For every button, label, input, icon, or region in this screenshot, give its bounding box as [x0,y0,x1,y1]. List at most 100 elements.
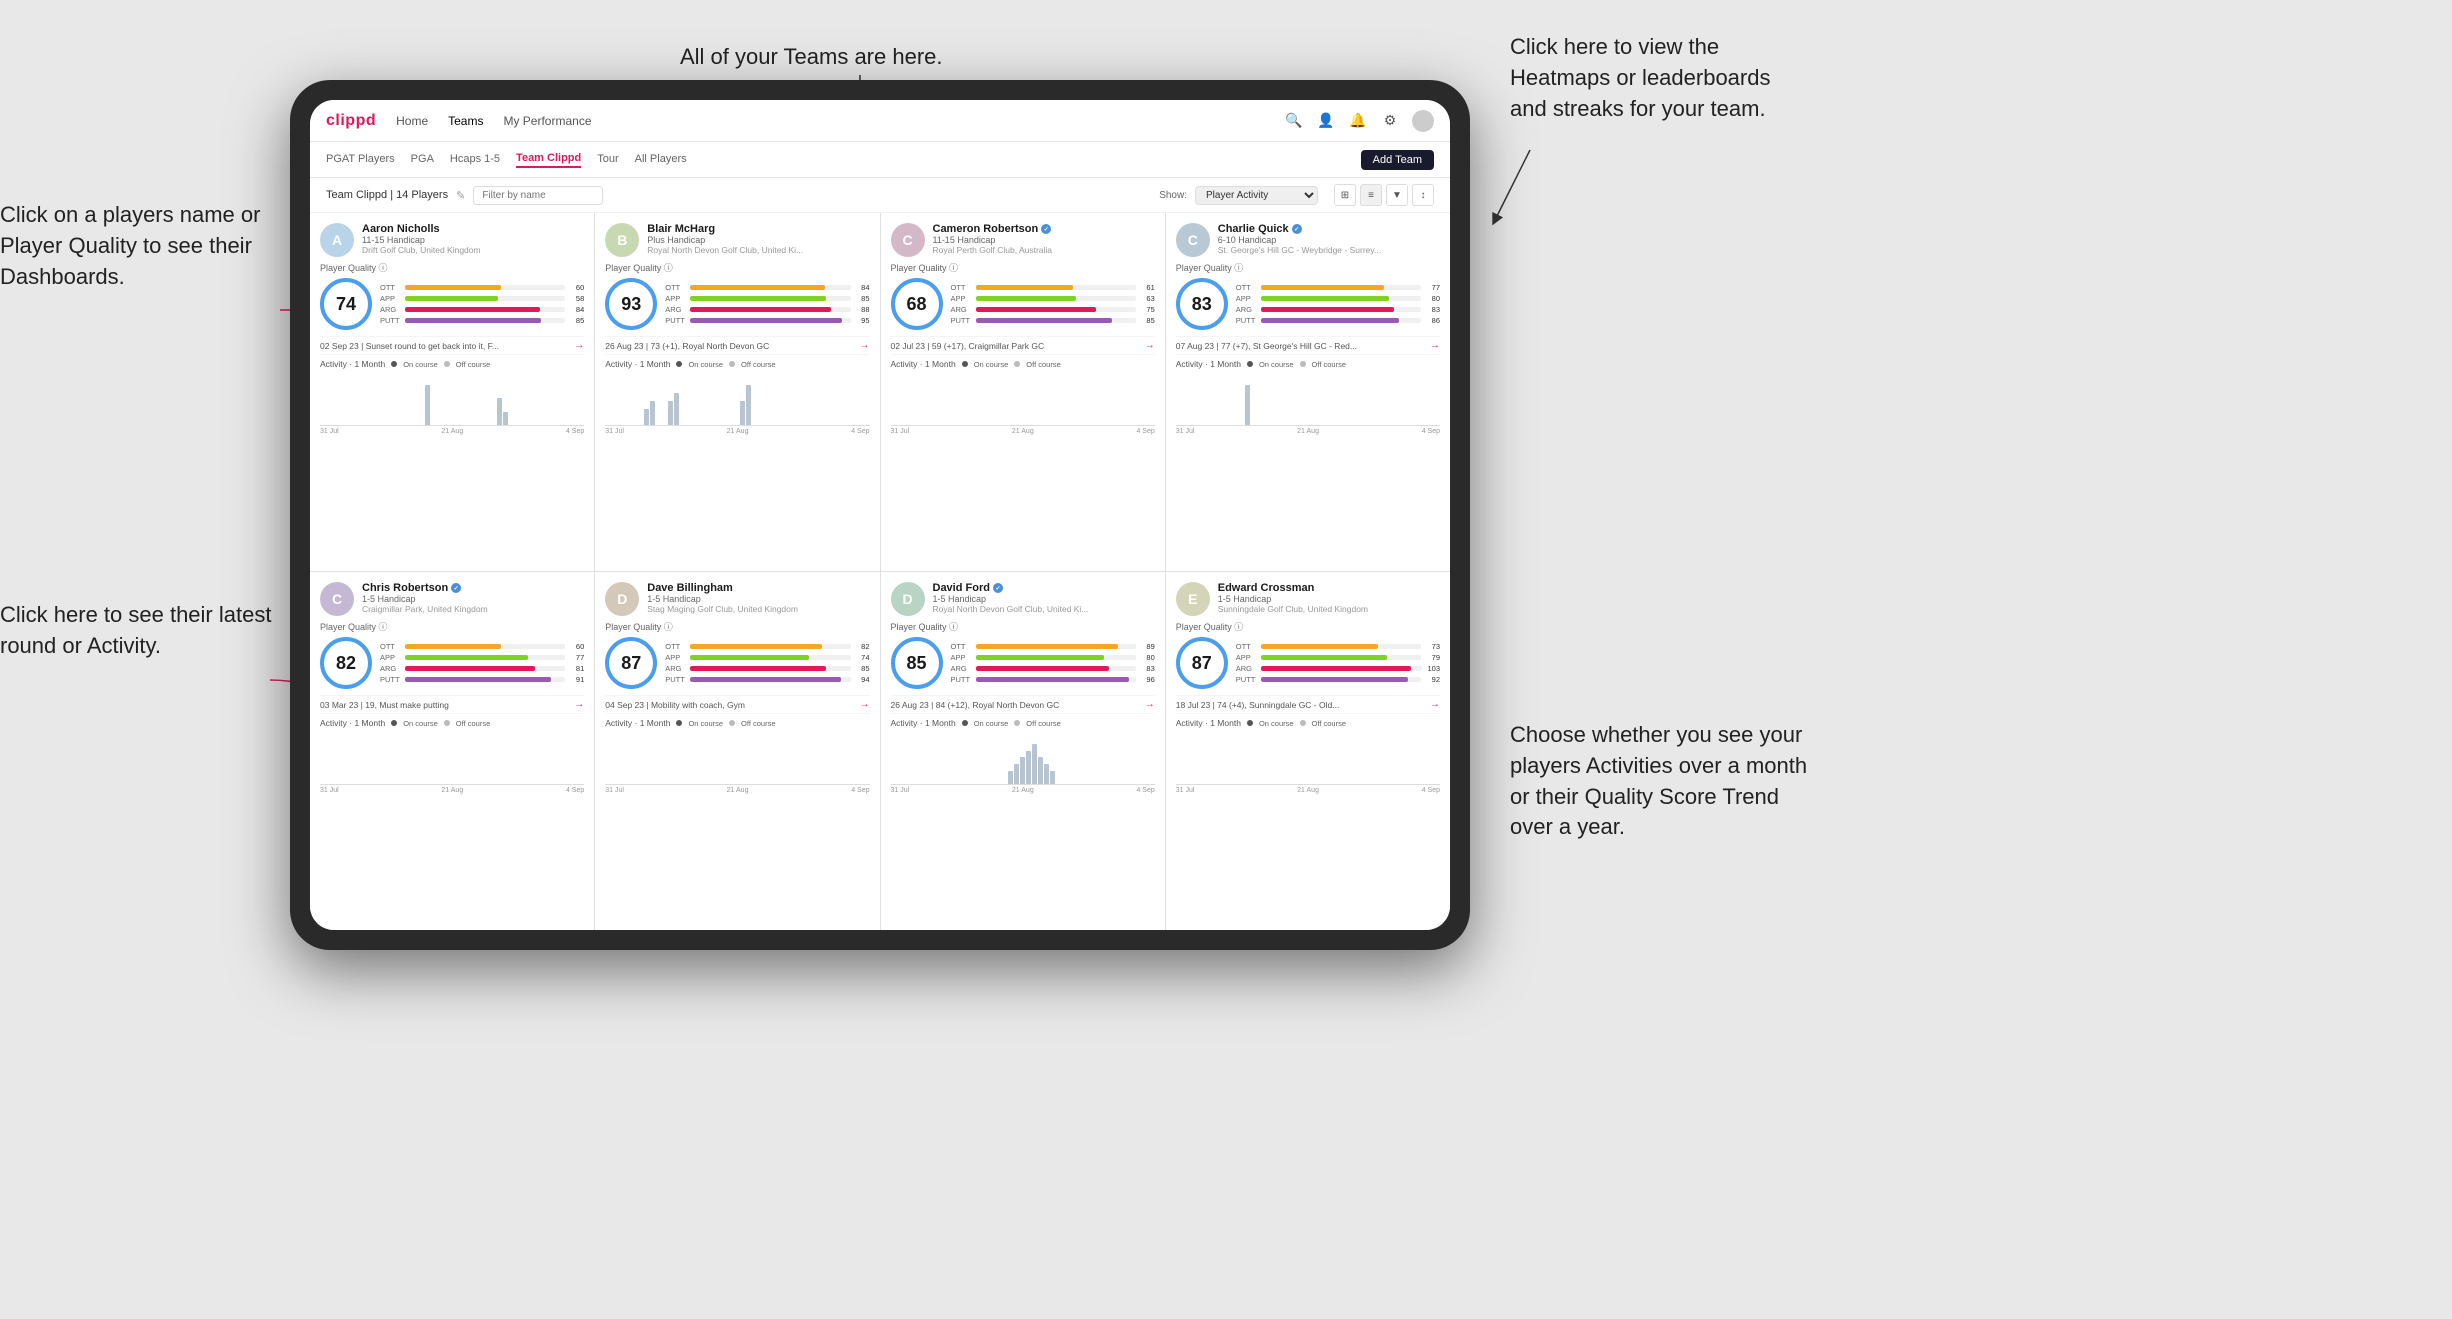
nav-logo: clippd [326,112,376,130]
activity-bar [746,385,751,425]
subnav-pgat[interactable]: PGAT Players [326,153,395,167]
filter-input[interactable] [473,186,603,205]
subnav-hcaps[interactable]: Hcaps 1-5 [450,153,500,167]
latest-round[interactable]: 04 Sep 23 | Mobility with coach, Gym → [605,695,869,714]
activity-header: Activity · 1 Month On course Off course [605,718,869,728]
stat-value: 79 [1424,653,1440,662]
stat-bar-row: APP 74 [665,653,869,662]
team-header: Team Clippd | 14 Players ✎ Show: Player … [310,178,1450,213]
latest-round[interactable]: 02 Sep 23 | Sunset round to get back int… [320,336,584,355]
offcourse-dot [1014,720,1020,726]
date-mid: 21 Aug [1012,428,1034,435]
search-icon[interactable]: 🔍 [1284,111,1304,131]
date-mid: 21 Aug [1297,787,1319,794]
activity-bar [425,385,430,425]
settings-icon[interactable]: ⚙ [1380,111,1400,131]
subnav-team-clippd[interactable]: Team Clippd [516,152,581,168]
player-name[interactable]: Chris Robertson ✓ [362,582,584,594]
stat-bar-row: APP 58 [380,294,584,303]
date-end: 4 Sep [1422,428,1440,435]
player-name[interactable]: Edward Crossman [1218,582,1440,594]
stat-label: APP [1236,294,1258,303]
bell-icon[interactable]: 🔔 [1348,111,1368,131]
date-start: 31 Jul [605,428,624,435]
latest-round[interactable]: 03 Mar 23 | 19, Must make putting → [320,695,584,714]
chart-area [1176,730,1440,785]
activity-bar [1008,771,1013,784]
player-card: C Charlie Quick ✓ 6-10 Handicap St. Geor… [1166,213,1450,571]
nav-teams[interactable]: Teams [448,114,483,128]
player-name[interactable]: Charlie Quick ✓ [1218,223,1440,235]
chart-bars [620,730,869,784]
nav-home[interactable]: Home [396,114,428,128]
stat-label: OTT [951,283,973,292]
subnav-tour[interactable]: Tour [597,153,618,167]
player-avatar[interactable]: B [605,223,639,257]
activity-legend: On course Off course [962,360,1061,369]
latest-round[interactable]: 26 Aug 23 | 73 (+1), Royal North Devon G… [605,336,869,355]
player-club: Sunningdale Golf Club, United Kingdom [1218,604,1440,614]
player-club: Royal North Devon Golf Club, United Ki..… [647,245,869,255]
player-avatar[interactable]: C [320,582,354,616]
stat-bar-track [1261,666,1421,671]
subnav-all-players[interactable]: All Players [635,153,687,167]
activity-title: Activity · 1 Month [891,359,956,369]
pq-circle[interactable]: 93 [605,278,657,330]
player-info: Dave Billingham 1-5 Handicap Stag Maging… [647,582,869,614]
player-avatar[interactable]: D [891,582,925,616]
subnav-pga[interactable]: PGA [411,153,434,167]
chart-area [1176,371,1440,426]
stat-value: 103 [1424,664,1440,673]
pq-circle[interactable]: 85 [891,637,943,689]
pq-circle[interactable]: 82 [320,637,372,689]
sort-btn[interactable]: ↕ [1412,184,1434,206]
player-avatar[interactable]: C [1176,223,1210,257]
activity-legend: On course Off course [391,360,490,369]
player-avatar[interactable]: E [1176,582,1210,616]
nav-performance[interactable]: My Performance [503,114,591,128]
stat-label: ARG [951,664,973,673]
chart-dates: 31 Jul 21 Aug 4 Sep [1176,428,1440,435]
stat-bar-fill [405,677,551,682]
add-team-button[interactable]: Add Team [1361,150,1434,170]
activity-bar [740,401,745,425]
pq-circle[interactable]: 87 [605,637,657,689]
latest-round[interactable]: 26 Aug 23 | 84 (+12), Royal North Devon … [891,695,1155,714]
stat-bar-fill [690,655,809,660]
show-select[interactable]: Player Activity Quality Score Trend [1195,186,1318,205]
user-icon[interactable]: 👤 [1316,111,1336,131]
player-avatar[interactable]: D [605,582,639,616]
player-name[interactable]: David Ford ✓ [933,582,1155,594]
player-name[interactable]: Dave Billingham [647,582,869,594]
player-name[interactable]: Cameron Robertson ✓ [933,223,1155,235]
stat-bar-fill [690,307,831,312]
latest-round[interactable]: 18 Jul 23 | 74 (+4), Sunningdale GC - Ol… [1176,695,1440,714]
filter-btn[interactable]: ▼ [1386,184,1408,206]
player-avatar[interactable]: A [320,223,354,257]
oncourse-label: On course [403,360,438,369]
stat-value: 83 [1139,664,1155,673]
nav-icons: 🔍 👤 🔔 ⚙ [1284,110,1434,132]
date-start: 31 Jul [605,787,624,794]
view-buttons: ⊞ ≡ ▼ ↕ [1334,184,1434,206]
latest-round[interactable]: 02 Jul 23 | 59 (+17), Craigmillar Park G… [891,336,1155,355]
player-name[interactable]: Aaron Nicholls [362,223,584,235]
activity-bar [644,409,649,425]
pq-circle[interactable]: 68 [891,278,943,330]
player-name[interactable]: Blair McHarg [647,223,869,235]
pq-circle[interactable]: 83 [1176,278,1228,330]
pq-circle[interactable]: 87 [1176,637,1228,689]
stat-bar-fill [1261,666,1411,671]
latest-round[interactable]: 07 Aug 23 | 77 (+7), St George's Hill GC… [1176,336,1440,355]
latest-round-text: 26 Aug 23 | 84 (+12), Royal North Devon … [891,700,1060,710]
avatar[interactable] [1412,110,1434,132]
grid-view-btn[interactable]: ⊞ [1334,184,1356,206]
activity-bar [650,401,655,425]
offcourse-dot [729,361,735,367]
team-header-edit-icon[interactable]: ✎ [456,189,465,202]
stat-bar-track [690,318,850,323]
player-avatar[interactable]: C [891,223,925,257]
table-view-btn[interactable]: ≡ [1360,184,1382,206]
player-card: C Cameron Robertson ✓ 11-15 Handicap Roy… [881,213,1165,571]
pq-circle[interactable]: 74 [320,278,372,330]
